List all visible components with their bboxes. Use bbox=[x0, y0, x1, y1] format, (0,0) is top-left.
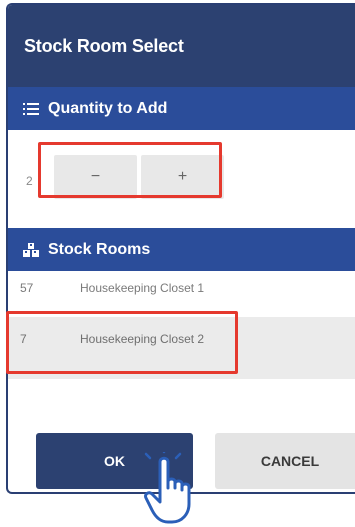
stock-room-item-selected[interactable]: 7 Housekeeping Closet 2 bbox=[8, 317, 355, 379]
stock-room-list: 57 Housekeeping Closet 1 7 Housekeeping … bbox=[8, 271, 355, 401]
increment-button[interactable]: + bbox=[141, 155, 224, 199]
stock-room-dialog: Stock Room Select Quantity to Add 2 − + bbox=[6, 3, 355, 494]
decrement-button[interactable]: − bbox=[54, 155, 137, 199]
quantity-section-title: Quantity to Add bbox=[48, 99, 168, 117]
stock-room-name: Housekeeping Closet 2 bbox=[80, 332, 205, 346]
cancel-button[interactable]: CANCEL bbox=[215, 433, 355, 489]
dialog-actions: OK CANCEL bbox=[8, 433, 355, 489]
quantity-row: 2 − + bbox=[8, 130, 355, 228]
warehouse-icon bbox=[22, 241, 40, 259]
stock-rooms-section-title: Stock Rooms bbox=[48, 240, 151, 258]
stock-rooms-section-header: Stock Rooms bbox=[8, 228, 355, 271]
quantity-stepper[interactable]: − + bbox=[54, 155, 224, 199]
dialog-title: Stock Room Select bbox=[8, 5, 355, 87]
stock-room-name: Housekeeping Closet 1 bbox=[80, 281, 205, 295]
stock-room-item[interactable]: 57 Housekeeping Closet 1 bbox=[8, 281, 355, 311]
list-icon bbox=[22, 100, 40, 118]
quantity-section-header: Quantity to Add bbox=[8, 87, 355, 130]
ok-button[interactable]: OK bbox=[36, 433, 193, 489]
stock-room-number: 57 bbox=[20, 281, 34, 295]
stock-room-number: 7 bbox=[20, 332, 27, 346]
quantity-value: 2 bbox=[26, 174, 33, 188]
